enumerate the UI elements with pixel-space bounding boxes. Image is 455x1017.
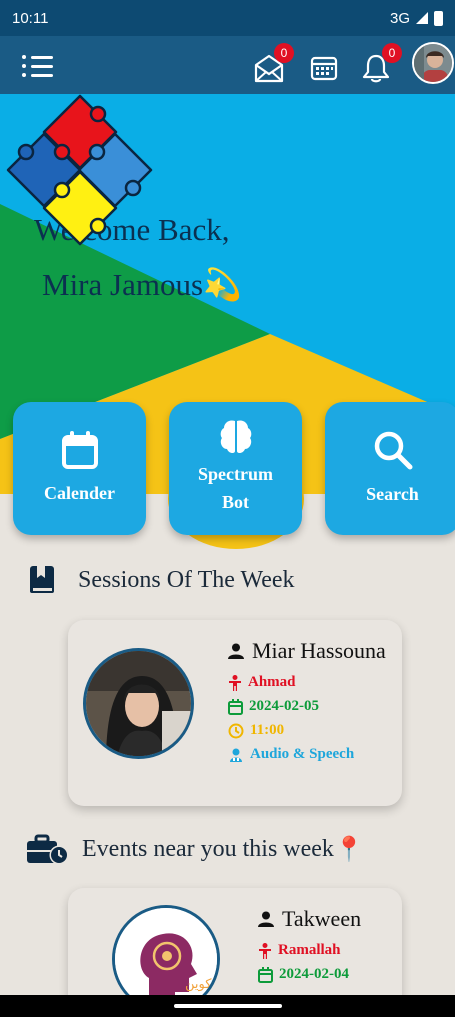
profile-avatar[interactable]: [412, 42, 454, 84]
session-details: Miar Hassouna Ahmad 2024-02-05 11:00 Aud…: [228, 638, 386, 763]
event-logo-text: تكوين: [185, 977, 216, 992]
events-heading: Events near you this week 📍: [26, 833, 364, 865]
notifications-button[interactable]: 0: [358, 43, 402, 87]
sessions-title: Sessions Of The Week: [78, 566, 295, 593]
search-tile-button[interactable]: Search: [325, 402, 455, 535]
search-tile-label: Search: [366, 483, 419, 504]
session-time-row: 11:00: [228, 722, 386, 739]
session-type: Audio & Speech: [250, 746, 355, 762]
status-bar: 10:11 3G: [0, 0, 455, 36]
menu-icon[interactable]: [22, 53, 54, 79]
spectrum-bot-label-line1: Spectrum: [198, 463, 273, 484]
brain-icon: [220, 419, 251, 453]
session-child-row: Ahmad: [228, 674, 386, 691]
status-time: 10:11: [12, 9, 49, 27]
book-icon: [30, 566, 54, 593]
system-nav-bar: [0, 995, 455, 1017]
event-details: Takween Ramallah 2024-02-04: [258, 906, 361, 983]
home-handle[interactable]: [174, 1004, 282, 1008]
calendar-icon: [258, 966, 273, 983]
calendar-icon: [61, 430, 98, 469]
clock-icon: [228, 723, 244, 738]
user-name: Mira Jamous: [42, 267, 204, 302]
speech-therapy-icon: [230, 748, 242, 762]
app-bar: 0 0: [0, 36, 455, 94]
child-name: Ahmad: [248, 674, 296, 690]
person-icon: [228, 643, 244, 659]
calendar-button[interactable]: [304, 47, 344, 87]
person-pin-icon: [259, 942, 271, 959]
signal-icon: [416, 12, 428, 24]
event-location-row: Ramallah: [258, 942, 361, 959]
events-title: Events near you this week: [82, 835, 334, 862]
mail-badge: 0: [274, 43, 294, 63]
event-date-row: 2024-02-04: [258, 966, 361, 983]
network-label: 3G: [389, 9, 410, 27]
therapist-name: Miar Hassouna: [252, 638, 386, 663]
search-icon: [374, 431, 412, 469]
session-date-row: 2024-02-05: [228, 698, 386, 715]
spectrum-bot-label-line2: Bot: [222, 491, 249, 512]
calendar-icon: [310, 56, 338, 81]
event-name: Takween: [282, 906, 362, 931]
mail-button[interactable]: 0: [250, 43, 294, 87]
notification-badge: 0: [382, 43, 402, 63]
child-icon: [229, 674, 241, 691]
status-icons: 3G: [390, 10, 443, 27]
therapist-photo: [83, 648, 194, 759]
calendar-tile-label: Calender: [44, 482, 115, 503]
sparkle-emoji: 💫: [203, 267, 242, 302]
puzzle-logo-icon: [6, 94, 153, 246]
briefcase-clock-icon: [27, 834, 69, 865]
person-icon: [258, 911, 274, 927]
calendar-tile-button[interactable]: Calender: [13, 402, 146, 535]
session-type-row: Audio & Speech: [228, 746, 386, 763]
event-date: 2024-02-04: [279, 966, 349, 982]
sessions-heading: Sessions Of The Week: [28, 565, 295, 595]
event-organizer: Takween: [258, 906, 361, 932]
calendar-icon: [228, 698, 243, 715]
spectrum-bot-tile-label: Spectrum Bot: [198, 460, 273, 516]
spectrum-bot-tile-button[interactable]: Spectrum Bot: [169, 402, 302, 535]
pin-emoji: 📍: [333, 836, 364, 863]
session-time: 11:00: [250, 722, 285, 738]
battery-icon: [434, 10, 443, 26]
session-card[interactable]: Miar Hassouna Ahmad 2024-02-05 11:00 Aud…: [68, 620, 402, 806]
session-date: 2024-02-05: [249, 698, 319, 714]
event-location: Ramallah: [278, 942, 341, 958]
session-therapist: Miar Hassouna: [228, 638, 386, 664]
